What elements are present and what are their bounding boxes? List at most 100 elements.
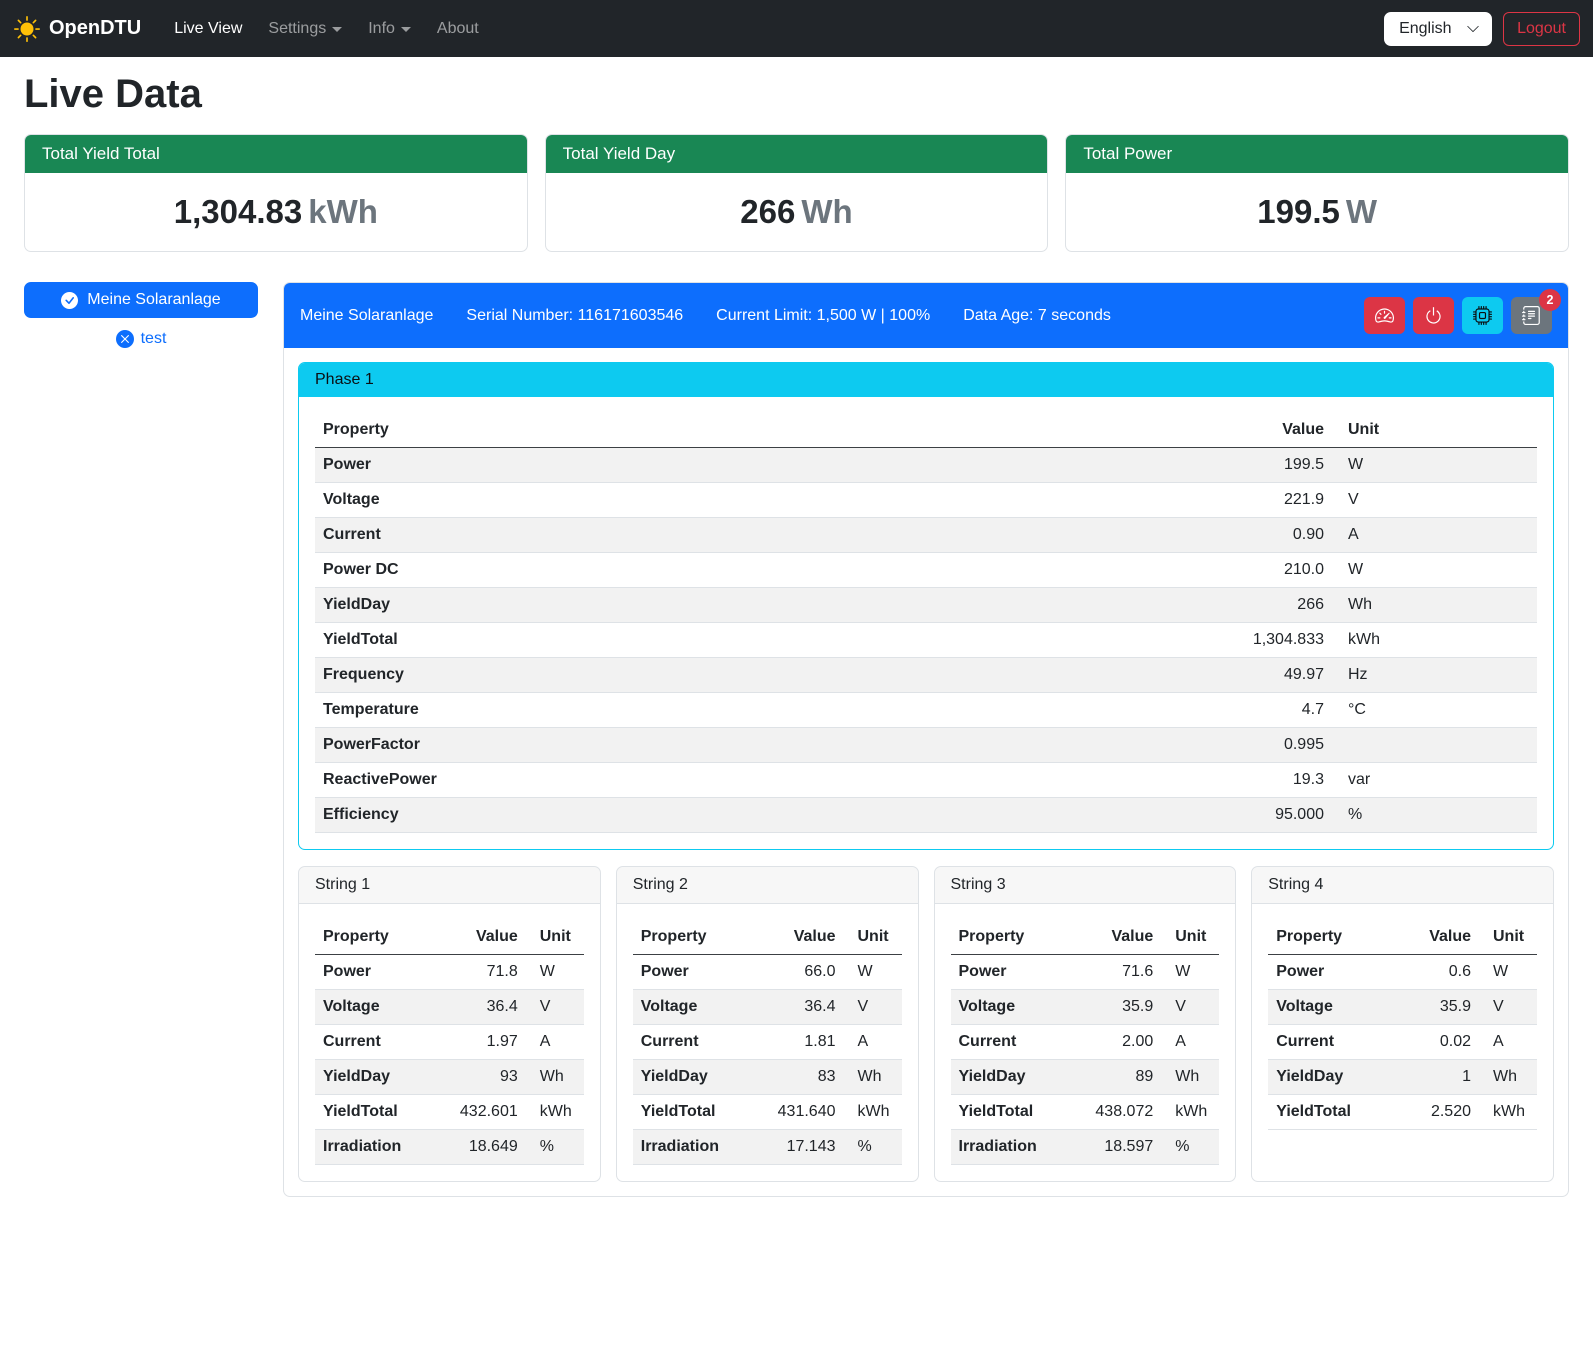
unit-cell: Wh: [526, 1060, 584, 1095]
value-cell: 431.640: [744, 1095, 844, 1130]
property-cell: Power DC: [315, 553, 1222, 588]
table-row: Current0.90A: [315, 518, 1537, 553]
unit-cell: °C: [1332, 693, 1537, 728]
table-header-row: Property Value Unit: [951, 920, 1220, 955]
property-cell: YieldDay: [315, 1060, 426, 1095]
unit-cell: W: [844, 955, 902, 990]
logout-button[interactable]: Logout: [1503, 12, 1580, 46]
value-cell: 0.995: [1222, 728, 1332, 763]
column-unit: Unit: [1479, 920, 1537, 955]
unit-cell: V: [1332, 483, 1537, 518]
value-cell: 17.143: [744, 1130, 844, 1165]
nav-item-live-view[interactable]: Live View: [161, 12, 255, 46]
inverter-header: Meine Solaranlage Serial Number: 1161716…: [284, 283, 1568, 348]
property-cell: YieldTotal: [633, 1095, 744, 1130]
table-row: YieldDay83Wh: [633, 1060, 902, 1095]
value-cell: 2.520: [1379, 1095, 1479, 1130]
language-select[interactable]: English: [1384, 12, 1492, 46]
nav-item-settings[interactable]: Settings: [255, 12, 355, 46]
unit: W: [1346, 193, 1377, 230]
property-cell: Current: [315, 518, 1222, 553]
column-property: Property: [633, 920, 744, 955]
value: 199.5: [1257, 193, 1340, 230]
strings-row: String 1 Property Value Unit: [298, 866, 1554, 1182]
table-row: Current2.00A: [951, 1025, 1220, 1060]
property-cell: Current: [1268, 1025, 1379, 1060]
table-row: Current1.97A: [315, 1025, 584, 1060]
table-row: Temperature4.7°C: [315, 693, 1537, 728]
inverter-selected-button[interactable]: Meine Solaranlage: [24, 282, 258, 318]
table-header-row: Property Value Unit: [315, 920, 584, 955]
inverter-selected-label: Meine Solaranlage: [87, 291, 220, 309]
unit-cell: W: [1332, 448, 1537, 483]
table-row: Power71.6W: [951, 955, 1220, 990]
table-row: Voltage35.9V: [1268, 990, 1537, 1025]
value-cell: 49.97: [1222, 658, 1332, 693]
power-button[interactable]: [1413, 297, 1454, 334]
column-property: Property: [1268, 920, 1379, 955]
unit-cell: W: [526, 955, 584, 990]
unit-cell: A: [1161, 1025, 1219, 1060]
table-row: Efficiency95.000%: [315, 798, 1537, 833]
table-row: Power66.0W: [633, 955, 902, 990]
table-row: Current0.02A: [1268, 1025, 1537, 1060]
unit-cell: kWh: [844, 1095, 902, 1130]
unit-cell: %: [1332, 798, 1537, 833]
unit-cell: %: [1161, 1130, 1219, 1165]
unit-cell: W: [1479, 955, 1537, 990]
unit-cell: W: [1161, 955, 1219, 990]
property-cell: PowerFactor: [315, 728, 1222, 763]
property-cell: Power: [633, 955, 744, 990]
sun-icon: [14, 16, 40, 42]
table-row: YieldDay89Wh: [951, 1060, 1220, 1095]
table-header-row: Property Value Unit: [1268, 920, 1537, 955]
card-title: Total Yield Day: [546, 135, 1048, 173]
table-row: YieldTotal432.601kWh: [315, 1095, 584, 1130]
value-cell: 221.9: [1222, 483, 1332, 518]
phase-table: Property Value Unit Power199.5WVoltage22…: [315, 413, 1537, 833]
value-cell: 35.9: [1379, 990, 1479, 1025]
column-value: Value: [744, 920, 844, 955]
nav-item-info[interactable]: Info: [355, 12, 424, 46]
page-title: Live Data: [24, 72, 1569, 117]
column-unit: Unit: [526, 920, 584, 955]
property-cell: Voltage: [1268, 990, 1379, 1025]
event-log-button[interactable]: 2: [1511, 297, 1552, 334]
phase-panel: Phase 1 Property Value Unit Power199.5WV…: [298, 362, 1554, 850]
inverter-item-test[interactable]: test: [24, 330, 258, 348]
column-unit: Unit: [844, 920, 902, 955]
property-cell: Power: [1268, 955, 1379, 990]
restart-button[interactable]: [1462, 297, 1503, 334]
x-circle-icon: [116, 330, 134, 348]
language-value: English: [1399, 20, 1451, 37]
brand-label: OpenDTU: [49, 17, 141, 40]
unit-cell: %: [844, 1130, 902, 1165]
column-value: Value: [1379, 920, 1479, 955]
table-row: Power199.5W: [315, 448, 1537, 483]
unit-cell: %: [526, 1130, 584, 1165]
value-cell: 0.02: [1379, 1025, 1479, 1060]
unit-cell: Wh: [844, 1060, 902, 1095]
value-cell: 71.6: [1061, 955, 1161, 990]
value-cell: 89: [1061, 1060, 1161, 1095]
unit-cell: V: [526, 990, 584, 1025]
table-row: YieldDay266Wh: [315, 588, 1537, 623]
unit-cell: kWh: [526, 1095, 584, 1130]
unit-cell: Hz: [1332, 658, 1537, 693]
nav-item-about[interactable]: About: [424, 12, 492, 46]
column-property: Property: [315, 920, 426, 955]
event-count-badge: 2: [1539, 289, 1561, 311]
property-cell: Power: [951, 955, 1062, 990]
property-cell: Irradiation: [951, 1130, 1062, 1165]
property-cell: Temperature: [315, 693, 1222, 728]
string-table: Property Value Unit Power66.0WVoltage36.…: [633, 920, 902, 1165]
value-cell: 35.9: [1061, 990, 1161, 1025]
unit-cell: Wh: [1161, 1060, 1219, 1095]
unit-cell: kWh: [1479, 1095, 1537, 1130]
string-table: Property Value Unit Power71.8WVoltage36.…: [315, 920, 584, 1165]
value-cell: 66.0: [744, 955, 844, 990]
limit-settings-button[interactable]: [1364, 297, 1405, 334]
brand[interactable]: OpenDTU: [14, 16, 141, 42]
card-total-power: Total Power 199.5W: [1065, 134, 1569, 252]
inverter-sidebar: Meine Solaranlage test: [24, 282, 258, 348]
